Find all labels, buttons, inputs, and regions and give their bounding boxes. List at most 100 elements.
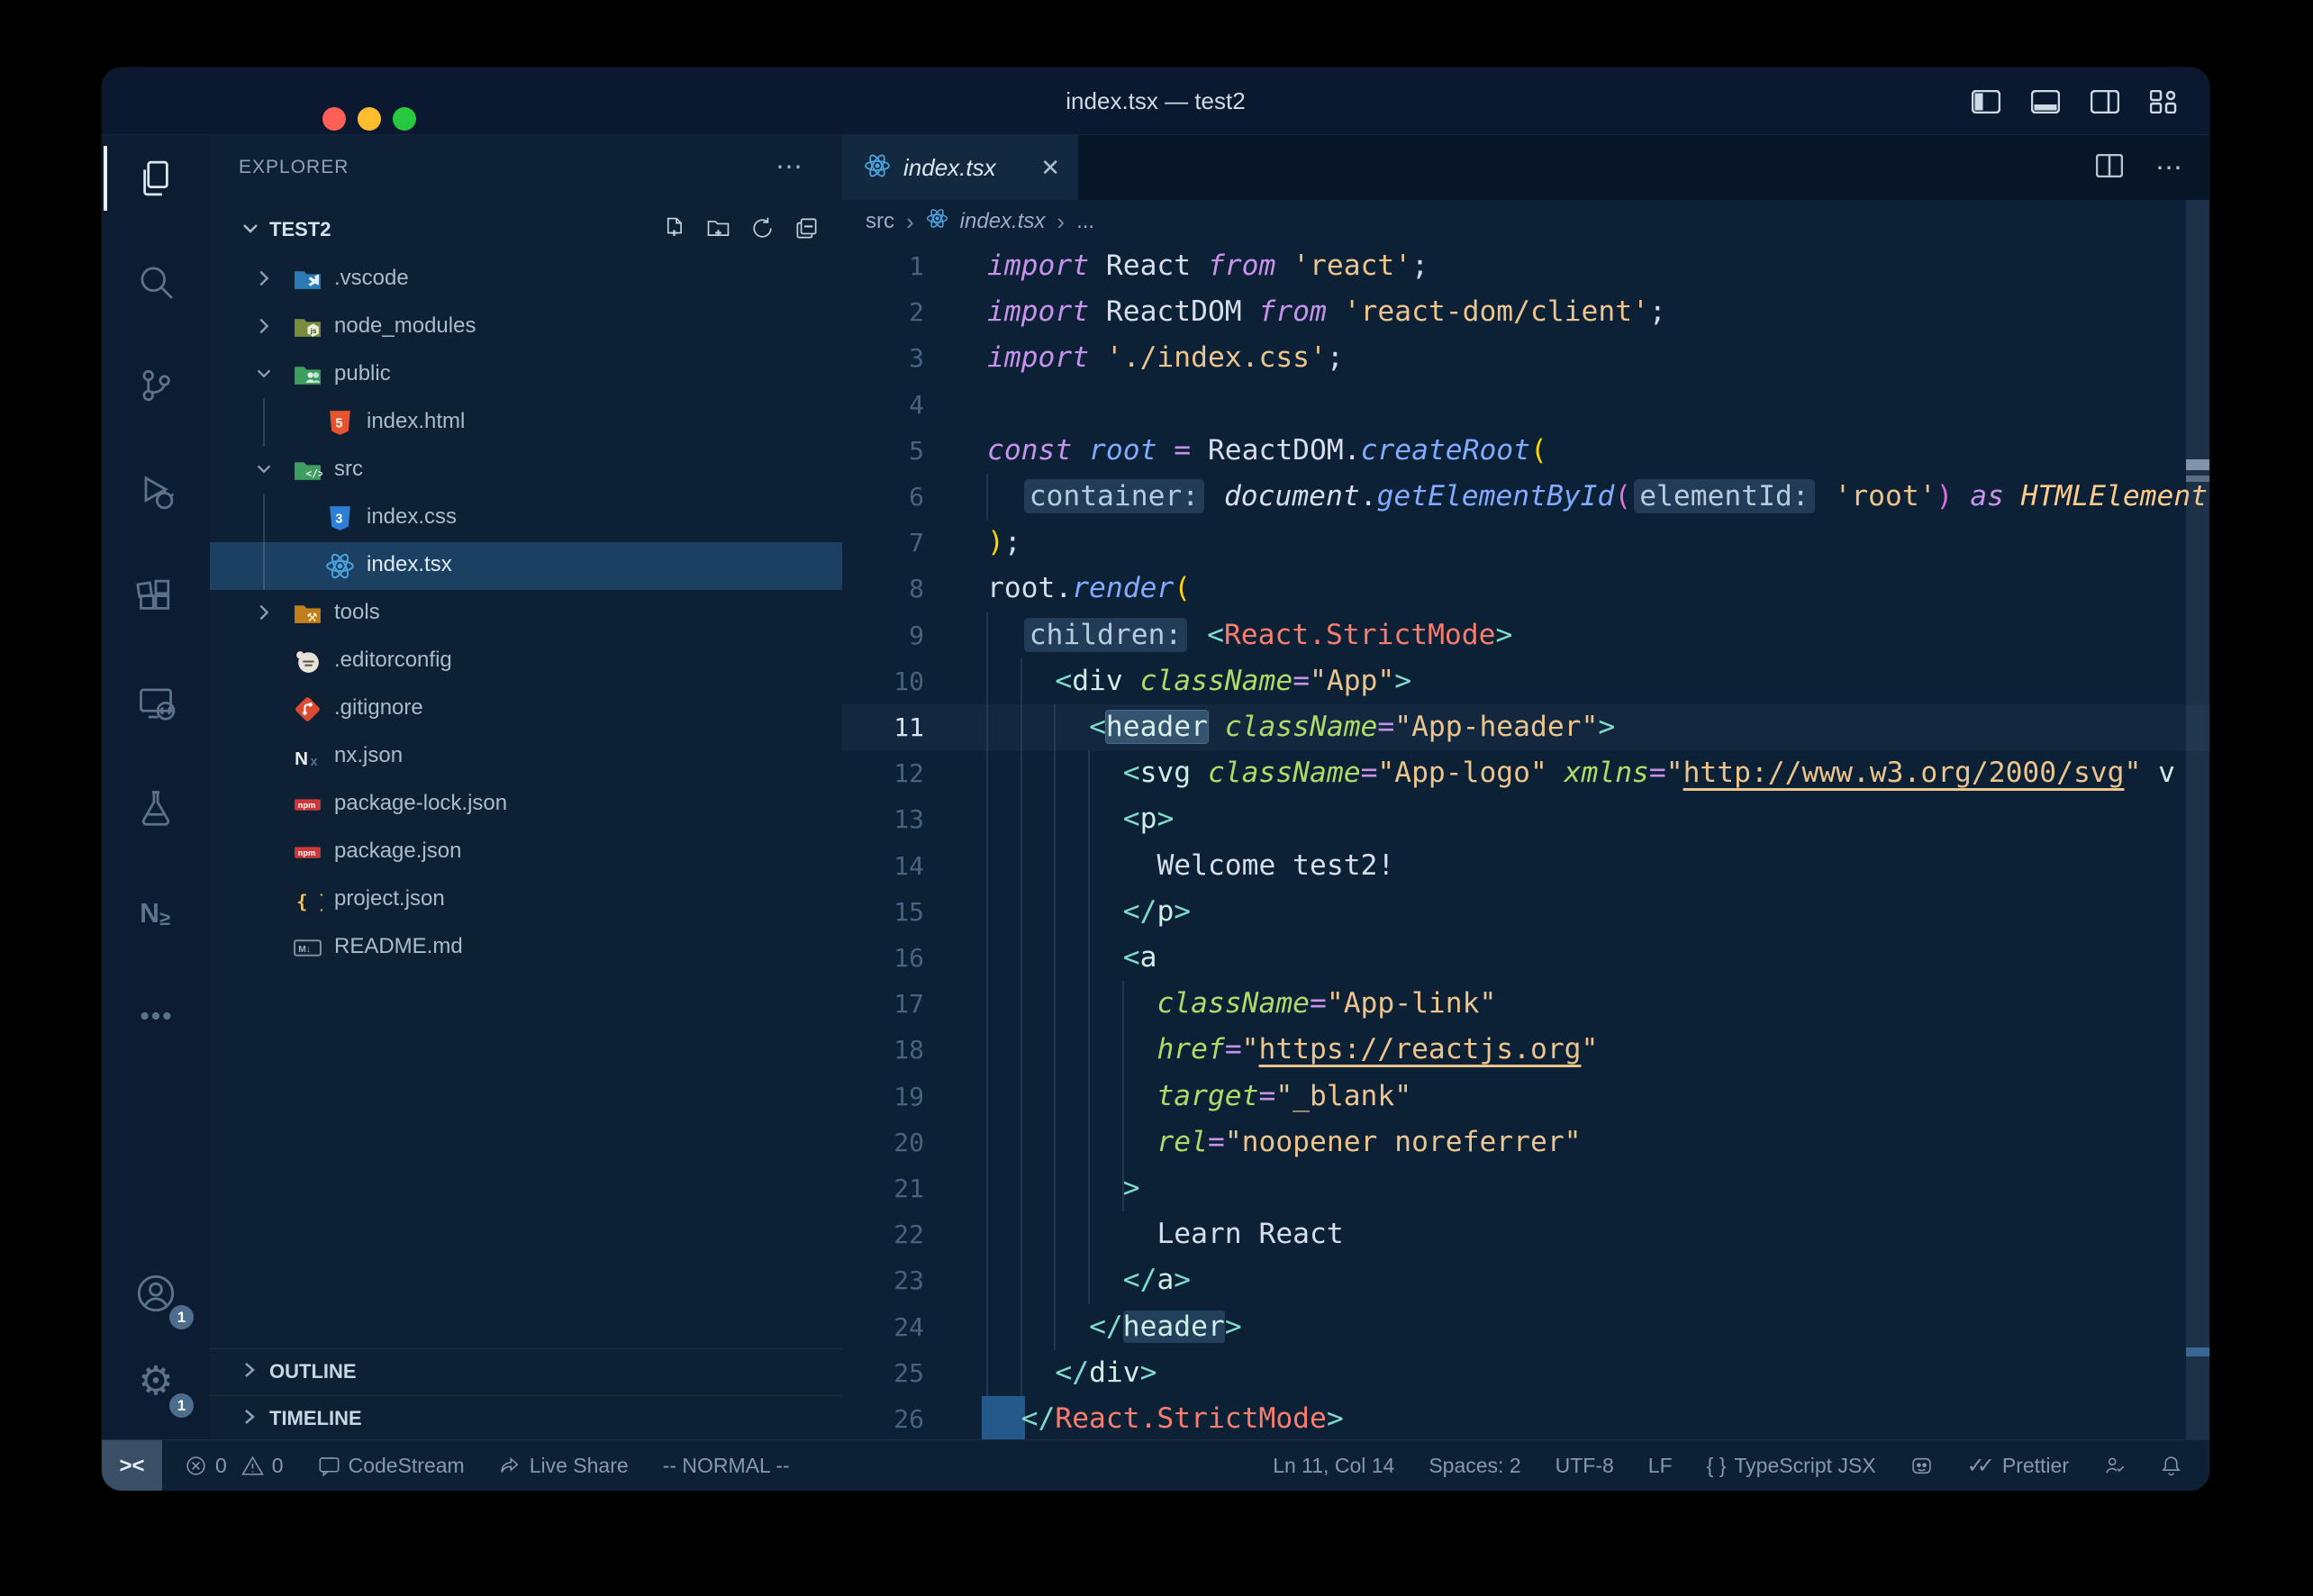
- activity-settings-icon[interactable]: ⚙1: [102, 1338, 210, 1425]
- liveshare-icon: [499, 1455, 522, 1477]
- code-line-7[interactable]: );: [987, 520, 1021, 567]
- toggle-secondary-sidebar-icon[interactable]: [2091, 90, 2119, 113]
- status-person[interactable]: [2103, 1455, 2126, 1477]
- code-area[interactable]: 1import React from 'react';2import React…: [842, 243, 2209, 1439]
- code-line-8[interactable]: root.render(: [987, 566, 1191, 612]
- tree-item-package-json[interactable]: npmpackage.json: [210, 829, 842, 876]
- tree-item-tools[interactable]: ⚒tools: [210, 590, 842, 638]
- code-line-26[interactable]: </React.StrictMode>: [987, 1396, 1344, 1439]
- vscode-window: index.tsx — test2 N≥1⚙1 EXPLORER ⋯: [102, 68, 2209, 1491]
- status-ln-11-col-14[interactable]: Ln 11, Col 14: [1273, 1454, 1394, 1478]
- code-line-23[interactable]: </a>: [987, 1257, 1191, 1304]
- activity-accounts-icon[interactable]: 1: [102, 1250, 210, 1337]
- timeline-section[interactable]: TIMELINE: [210, 1395, 842, 1442]
- editor-scrollbar[interactable]: [2186, 200, 2209, 1439]
- activity-run-and-debug-icon[interactable]: [102, 449, 210, 535]
- code-line-5[interactable]: const root = ReactDOM.createRoot(: [987, 428, 1547, 475]
- chevron-down-icon: [253, 458, 275, 485]
- code-line-11[interactable]: <header className="App-header">: [987, 704, 1615, 751]
- new-file-icon[interactable]: [662, 216, 686, 245]
- code-line-18[interactable]: href="https://reactjs.org": [987, 1027, 1598, 1074]
- tree-item-readme-md[interactable]: M↓README.md: [210, 924, 842, 972]
- activity-more-icon[interactable]: [102, 973, 210, 1059]
- code-line-25[interactable]: </div>: [987, 1350, 1156, 1397]
- status-bell[interactable]: [2160, 1455, 2182, 1477]
- tree-item-nx-json[interactable]: Nxnx.json: [210, 733, 842, 781]
- breadcrumb-src[interactable]: src: [866, 209, 894, 234]
- workspace-section-header[interactable]: TEST2: [210, 211, 842, 250]
- activity-testing-icon[interactable]: [102, 764, 210, 850]
- status-prettier[interactable]: ✓✓Prettier: [1967, 1453, 2069, 1479]
- code-line-6[interactable]: container: document.getElementById(eleme…: [987, 474, 2208, 521]
- checks-icon: ✓✓: [1967, 1453, 1994, 1479]
- status-github[interactable]: [1910, 1455, 1933, 1477]
- collapse-all-icon[interactable]: [794, 216, 819, 245]
- code-line-2[interactable]: import ReactDOM from 'react-dom/client';: [987, 289, 1666, 336]
- status-typescript-jsx[interactable]: { }TypeScript JSX: [1707, 1454, 1876, 1478]
- code-line-21[interactable]: >: [987, 1165, 1140, 1212]
- status-lf[interactable]: LF: [1648, 1454, 1673, 1478]
- activity-extensions-icon[interactable]: [102, 554, 210, 640]
- tree-item-project-json[interactable]: { }project.json: [210, 876, 842, 924]
- code-line-3[interactable]: import './index.css';: [987, 335, 1344, 382]
- code-line-1[interactable]: import React from 'react';: [987, 243, 1429, 290]
- code-line-10[interactable]: <div className="App">: [987, 658, 1411, 705]
- tree-item-label: package-lock.json: [334, 791, 507, 816]
- status-0[interactable]: 0: [185, 1454, 227, 1478]
- code-line-12[interactable]: <svg className="App-logo" xmlns="http://…: [987, 750, 2175, 797]
- activity-search-icon[interactable]: [102, 239, 210, 325]
- code-line-19[interactable]: target="_blank": [987, 1074, 1411, 1120]
- outline-section[interactable]: OUTLINE: [210, 1348, 842, 1395]
- tab-index-tsx[interactable]: index.tsx ✕: [842, 135, 1078, 200]
- svg-text:5: 5: [335, 417, 342, 431]
- activity-nx-console-icon[interactable]: N≥: [102, 869, 210, 956]
- tree-item-label: project.json: [334, 886, 445, 911]
- tree-item-index-css[interactable]: 3index.css: [210, 494, 842, 542]
- tree-item-src[interactable]: </>src: [210, 447, 842, 494]
- code-line-17[interactable]: className="App-link": [987, 981, 1496, 1028]
- new-folder-icon[interactable]: [706, 216, 730, 245]
- split-editor-icon[interactable]: [2096, 154, 2123, 182]
- toggle-sidebar-icon[interactable]: [1972, 90, 2000, 113]
- tree-item-node-modules[interactable]: jsnode_modules: [210, 304, 842, 351]
- close-tab-icon[interactable]: ✕: [1040, 154, 1060, 182]
- status-codestream[interactable]: CodeStream: [318, 1454, 465, 1478]
- tree-item-public[interactable]: public: [210, 351, 842, 399]
- tree-item--editorconfig[interactable]: .editorconfig: [210, 638, 842, 685]
- tree-item-index-tsx[interactable]: index.tsx: [210, 542, 842, 590]
- node-folder-icon: js: [293, 313, 322, 342]
- tree-item--vscode[interactable]: .vscode: [210, 256, 842, 304]
- status-live-share[interactable]: Live Share: [499, 1454, 629, 1478]
- activity-remote-explorer-icon[interactable]: [102, 660, 210, 747]
- activity-explorer-icon[interactable]: [102, 135, 210, 222]
- remote-indicator[interactable]: ><: [102, 1440, 162, 1491]
- customize-layout-icon[interactable]: [2150, 90, 2177, 113]
- editor-more-actions-icon[interactable]: ⋯: [2155, 152, 2184, 184]
- breadcrumb-symbol[interactable]: ...: [1076, 209, 1094, 234]
- tree-item--gitignore[interactable]: .gitignore: [210, 685, 842, 733]
- refresh-icon[interactable]: [750, 216, 775, 245]
- tree-item-package-lock-json[interactable]: npmpackage-lock.json: [210, 781, 842, 829]
- code-line-20[interactable]: rel="noopener noreferrer": [987, 1120, 1582, 1166]
- code-line-14[interactable]: Welcome test2!: [987, 843, 1394, 890]
- code-line-16[interactable]: <a: [987, 935, 1156, 982]
- explorer-more-icon[interactable]: ⋯: [776, 151, 804, 183]
- toggle-panel-icon[interactable]: [2031, 90, 2060, 113]
- screenshot-stage: index.tsx — test2 N≥1⚙1 EXPLORER ⋯: [0, 0, 2313, 1596]
- code-line-24[interactable]: </header>: [987, 1304, 1242, 1351]
- status-0[interactable]: 0: [241, 1454, 284, 1478]
- workspace-name: TEST2: [269, 218, 331, 241]
- code-line-9[interactable]: children: <React.StrictMode>: [987, 612, 1512, 659]
- breadcrumb-file[interactable]: index.tsx: [960, 209, 1046, 234]
- code-line-13[interactable]: <p>: [987, 796, 1174, 843]
- tree-item-index-html[interactable]: 5index.html: [210, 399, 842, 447]
- activity-source-control-icon[interactable]: [102, 342, 210, 429]
- code-line-22[interactable]: Learn React: [987, 1211, 1344, 1258]
- status-spaces-2[interactable]: Spaces: 2: [1429, 1454, 1520, 1478]
- line-number: 22: [842, 1211, 924, 1257]
- status--normal-[interactable]: -- NORMAL --: [663, 1454, 790, 1478]
- code-line-15[interactable]: </p>: [987, 889, 1191, 936]
- chevron-down-icon: [239, 216, 262, 244]
- title-bar[interactable]: index.tsx — test2: [102, 68, 2209, 135]
- status-utf-8[interactable]: UTF-8: [1556, 1454, 1614, 1478]
